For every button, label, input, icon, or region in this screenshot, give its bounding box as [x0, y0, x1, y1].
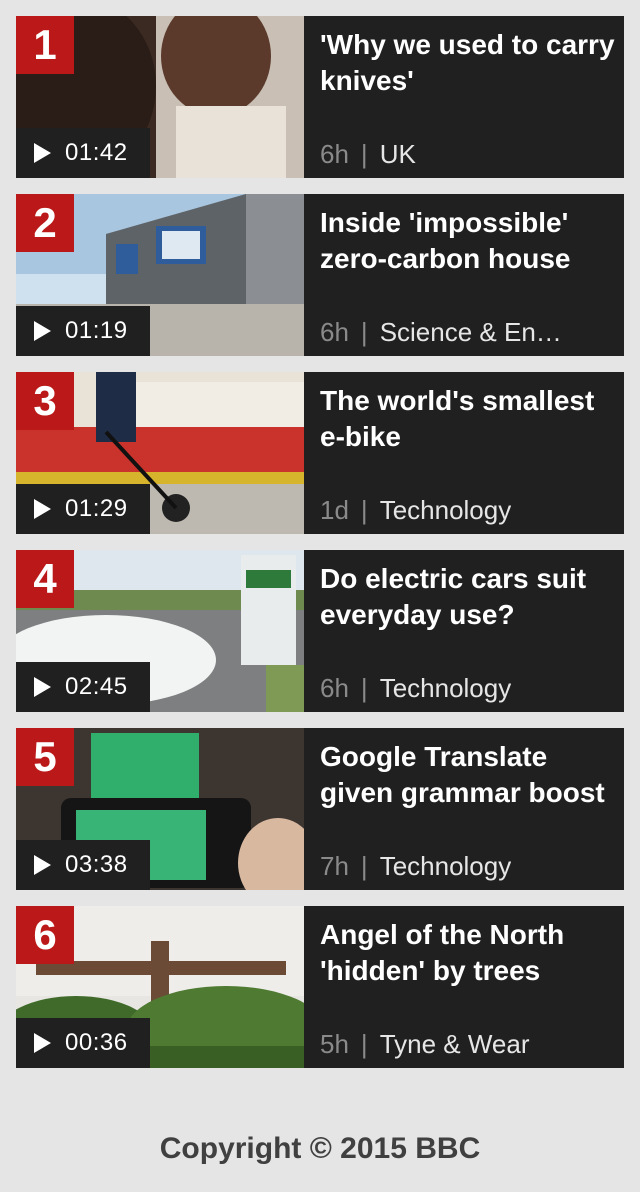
video-item[interactable]: 6 00:36 Angel of the North 'hidden' by t…: [16, 906, 624, 1068]
age-label: 6h: [320, 138, 349, 169]
video-item[interactable]: 2 01:19 Inside 'impossible' zero-carbon …: [16, 194, 624, 356]
meta-separator: |: [360, 850, 368, 881]
age-label: 6h: [320, 316, 349, 347]
meta-separator: |: [360, 494, 368, 525]
duration-label: 00:36: [65, 1029, 128, 1056]
age-label: 5h: [320, 1028, 349, 1059]
rank-badge: 1: [16, 16, 74, 74]
section-label[interactable]: Technology: [380, 851, 512, 882]
video-info[interactable]: The world's smallest e-bike 1d | Technol…: [304, 372, 624, 534]
video-thumbnail[interactable]: 6 00:36: [16, 906, 304, 1068]
video-item[interactable]: 5 03:38 Google Translate given grammar b…: [16, 728, 624, 890]
play-icon: [34, 855, 51, 875]
age-label: 1d: [320, 494, 349, 525]
video-meta: 5h | Tyne & Wear: [320, 1028, 616, 1060]
section-label[interactable]: Science & En…: [380, 317, 562, 348]
video-thumbnail[interactable]: 3 01:29: [16, 372, 304, 534]
rank-badge: 5: [16, 728, 74, 786]
play-icon: [34, 321, 51, 341]
rank-badge: 6: [16, 906, 74, 964]
video-list: 1 01:42 'Why we used to carry knives' 6h…: [16, 16, 624, 1084]
duration-label: 01:42: [65, 139, 128, 166]
video-meta: 6h | Science & En…: [320, 316, 616, 348]
rank-badge: 2: [16, 194, 74, 252]
video-title[interactable]: Google Translate given grammar boost: [320, 739, 616, 811]
video-item[interactable]: 1 01:42 'Why we used to carry knives' 6h…: [16, 16, 624, 178]
section-label[interactable]: Technology: [380, 495, 512, 526]
duration-overlay[interactable]: 01:29: [16, 484, 150, 534]
duration-overlay[interactable]: 03:38: [16, 840, 150, 890]
duration-overlay[interactable]: 02:45: [16, 662, 150, 712]
duration-label: 01:19: [65, 317, 128, 344]
video-info[interactable]: Angel of the North 'hidden' by trees 5h …: [304, 906, 624, 1068]
meta-separator: |: [360, 1028, 368, 1059]
play-icon: [34, 1033, 51, 1053]
duration-label: 03:38: [65, 851, 128, 878]
play-icon: [34, 143, 51, 163]
video-meta: 6h | UK: [320, 138, 616, 170]
meta-separator: |: [360, 672, 368, 703]
rank-badge: 4: [16, 550, 74, 608]
video-thumbnail[interactable]: 4 02:45: [16, 550, 304, 712]
video-thumbnail[interactable]: 1 01:42: [16, 16, 304, 178]
duration-overlay[interactable]: 01:19: [16, 306, 150, 356]
section-label[interactable]: UK: [380, 139, 416, 170]
play-icon: [34, 677, 51, 697]
meta-separator: |: [360, 138, 368, 169]
duration-label: 01:29: [65, 495, 128, 522]
video-meta: 7h | Technology: [320, 850, 616, 882]
duration-overlay[interactable]: 00:36: [16, 1018, 150, 1068]
video-title[interactable]: Angel of the North 'hidden' by trees: [320, 917, 616, 989]
video-item[interactable]: 3 01:29 The world's smallest e-bike 1d |…: [16, 372, 624, 534]
age-label: 7h: [320, 850, 349, 881]
section-label[interactable]: Technology: [380, 673, 512, 704]
video-meta: 1d | Technology: [320, 494, 616, 526]
section-label[interactable]: Tyne & Wear: [380, 1029, 530, 1060]
video-meta: 6h | Technology: [320, 672, 616, 704]
video-thumbnail[interactable]: 2 01:19: [16, 194, 304, 356]
meta-separator: |: [360, 316, 368, 347]
video-title[interactable]: 'Why we used to carry knives': [320, 27, 616, 99]
age-label: 6h: [320, 672, 349, 703]
play-icon: [34, 499, 51, 519]
video-title[interactable]: The world's smallest e-bike: [320, 383, 616, 455]
video-title[interactable]: Inside 'impossible' zero-carbon house: [320, 205, 616, 277]
video-info[interactable]: Google Translate given grammar boost 7h …: [304, 728, 624, 890]
video-info[interactable]: Do electric cars suit everyday use? 6h |…: [304, 550, 624, 712]
video-item[interactable]: 4 02:45 Do electric cars suit everyday u…: [16, 550, 624, 712]
video-title[interactable]: Do electric cars suit everyday use?: [320, 561, 616, 633]
video-info[interactable]: Inside 'impossible' zero-carbon house 6h…: [304, 194, 624, 356]
duration-label: 02:45: [65, 673, 128, 700]
video-info[interactable]: 'Why we used to carry knives' 6h | UK: [304, 16, 624, 178]
duration-overlay[interactable]: 01:42: [16, 128, 150, 178]
video-thumbnail[interactable]: 5 03:38: [16, 728, 304, 890]
rank-badge: 3: [16, 372, 74, 430]
copyright-footer: Copyright © 2015 BBC: [159, 1132, 481, 1165]
